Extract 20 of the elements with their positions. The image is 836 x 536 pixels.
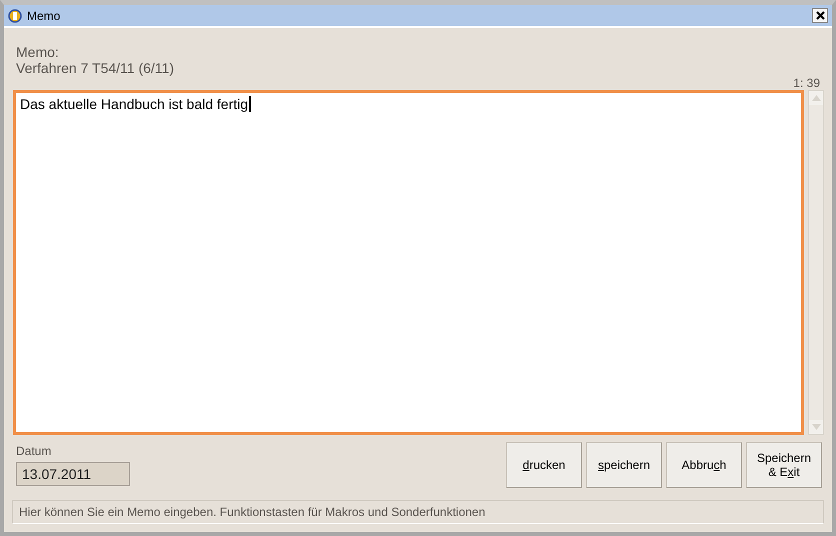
close-button[interactable]	[812, 8, 828, 23]
memo-text-area[interactable]: Das aktuelle Handbuch ist bald fertig	[13, 90, 804, 435]
scroll-down-button[interactable]	[809, 420, 823, 434]
window-title: Memo	[27, 8, 62, 22]
action-button[interactable]: Abbruch	[666, 442, 742, 488]
down-arrow-icon	[812, 424, 820, 430]
up-arrow-icon	[812, 95, 820, 101]
date-label: Datum	[16, 444, 52, 458]
memo-label: Memo:	[16, 44, 60, 60]
app-icon	[8, 8, 22, 22]
close-icon	[816, 11, 824, 20]
action-button[interactable]: speichern	[586, 442, 662, 488]
action-button[interactable]: drucken	[506, 442, 582, 488]
date-field[interactable]: 13.07.2011	[16, 462, 130, 486]
text-cursor-icon	[249, 96, 252, 112]
action-button[interactable]: Speichern & Exit	[746, 442, 822, 488]
status-bar: Hier können Sie ein Memo eingeben. Funktionstasten für Makros und Sonderfunktionen	[12, 500, 824, 524]
procedure-title: Verfahren 7 T54/11 (6/11)	[16, 60, 174, 76]
cursor-position: 1: 39	[793, 76, 821, 90]
scroll-up-button[interactable]	[809, 91, 823, 105]
